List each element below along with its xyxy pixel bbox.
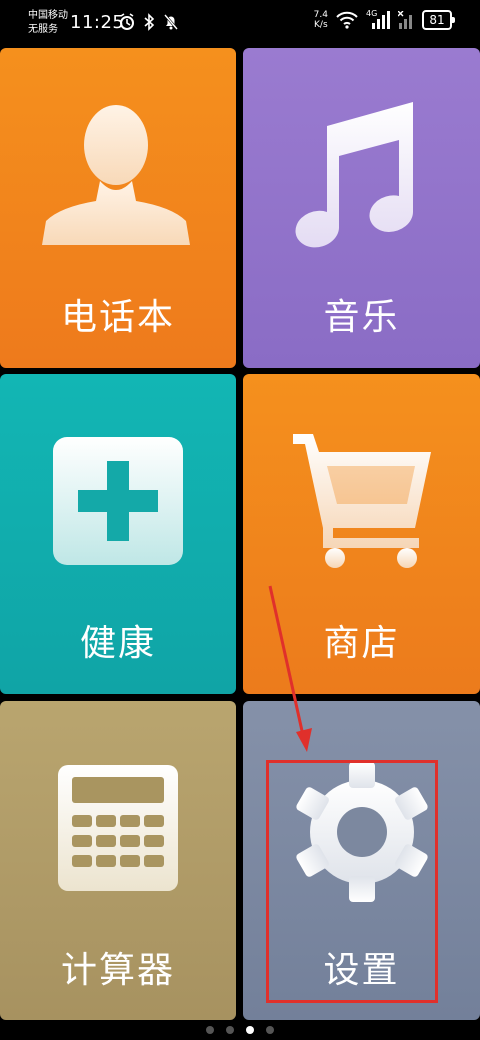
network-speed: 7.4 K/s (314, 10, 328, 30)
music-note-icon (295, 102, 413, 248)
tile-label-health: 健康 (79, 623, 156, 664)
page-dot[interactable] (266, 1026, 274, 1034)
status-icons-left (119, 13, 179, 31)
page-dot-active[interactable] (246, 1026, 254, 1034)
alarm-icon (120, 13, 134, 30)
network-speed-unit: K/s (314, 20, 328, 30)
carrier-name: 中国移动 (28, 10, 68, 21)
network-type: 4G (366, 9, 378, 18)
tile-label-music: 音乐 (323, 297, 400, 338)
status-icons-right: 7.4 K/s 4G 81 (314, 9, 455, 30)
calculator-icon (58, 765, 178, 891)
page-dot[interactable] (226, 1026, 234, 1034)
health-plus-icon (53, 437, 183, 565)
mute-bell-icon (164, 14, 178, 30)
tile-phonebook[interactable]: 电话本 (0, 48, 236, 368)
annotation-highlight-box (266, 760, 438, 1003)
tile-calculator[interactable]: 计算器 (0, 701, 236, 1020)
page-indicator (0, 1026, 480, 1034)
carrier-info: 中国移动 无服务 (28, 9, 68, 37)
tile-music[interactable]: 音乐 (243, 48, 480, 368)
status-bar: 中国移动 无服务 11:25 7.4 K/s 4G 81 (0, 0, 480, 46)
page-dot[interactable] (206, 1026, 214, 1034)
tile-label-calculator: 计算器 (60, 950, 175, 991)
network-speed-value: 7.4 (313, 10, 328, 20)
carrier-service: 无服务 (28, 24, 58, 35)
annotation-arrow (268, 585, 312, 752)
wifi-icon (336, 11, 358, 29)
clock: 11:25 (70, 12, 125, 33)
tile-health[interactable]: 健康 (0, 374, 236, 694)
bluetooth-icon (144, 13, 155, 31)
tile-label-phonebook: 电话本 (60, 297, 175, 338)
battery-icon: 81 (422, 10, 455, 30)
cellular-signal: 4G (366, 9, 390, 29)
contact-person-icon (42, 105, 190, 245)
shopping-cart-icon (293, 434, 431, 568)
no-sim-signal-icon (398, 11, 412, 29)
